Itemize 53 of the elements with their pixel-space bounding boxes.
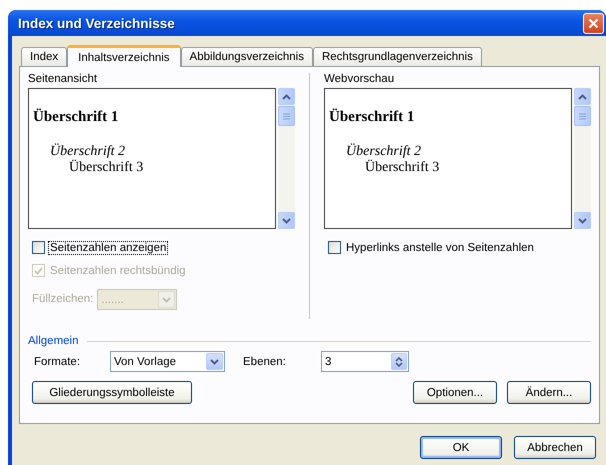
grip-icon xyxy=(579,112,586,120)
spin-buttons[interactable] xyxy=(391,353,407,370)
checkbox-label: Seitenzahlen rechtsbündig xyxy=(49,264,187,276)
scroll-down-button[interactable] xyxy=(278,212,295,229)
tab[interactable]: Index xyxy=(21,47,68,66)
preview-heading: Überschrift 2 xyxy=(346,144,422,160)
chevron-up-icon xyxy=(282,94,291,100)
scrollbar[interactable] xyxy=(574,88,591,229)
field-label: Füllzeichen: xyxy=(32,292,94,307)
grip-icon xyxy=(283,112,290,120)
preview-heading: Überschrift 1 xyxy=(329,109,414,126)
checkbox-label: Hyperlinks anstelle von Seitenzahlen xyxy=(345,242,535,254)
field-label: Ebenen: xyxy=(243,356,287,368)
group-title: Allgemein xyxy=(28,335,78,347)
scroll-thumb[interactable] xyxy=(574,106,591,126)
option-button[interactable]: Ändern... xyxy=(507,381,591,404)
checkbox[interactable] xyxy=(32,241,45,254)
option-button[interactable]: Optionen... xyxy=(413,381,497,404)
dropdown-value: Von Vorlage xyxy=(114,356,176,368)
close-icon xyxy=(588,18,599,28)
preview-heading: Überschrift 1 xyxy=(33,109,118,126)
chevron-down-icon xyxy=(210,358,219,364)
checkbox-label: Seitenzahlen anzeigen xyxy=(49,242,168,254)
chevron-up-icon xyxy=(578,94,587,100)
chevron-down-icon xyxy=(578,218,587,224)
dropdown-value: ....... xyxy=(101,294,124,306)
scroll-down-button[interactable] xyxy=(574,212,591,229)
toolbar-button[interactable]: Gliederungssymbolleiste xyxy=(32,381,192,404)
chevron-down-icon xyxy=(162,296,172,302)
checkbox[interactable] xyxy=(328,241,341,254)
check-icon xyxy=(34,266,43,274)
tab[interactable]: Inhaltsverzeichnis xyxy=(67,45,181,67)
spin-field[interactable]: 3 xyxy=(321,351,409,372)
pane-label: Seitenansicht xyxy=(28,72,98,87)
preview-heading: Überschrift 3 xyxy=(365,160,440,176)
spin-value: 3 xyxy=(325,356,332,368)
scroll-up-button[interactable] xyxy=(278,88,295,105)
scroll-up-button[interactable] xyxy=(574,88,591,105)
tab[interactable]: Abbildungsverzeichnis xyxy=(180,47,313,66)
up-down-arrows-icon xyxy=(395,356,403,368)
close-button[interactable] xyxy=(583,12,604,34)
scrollbar[interactable] xyxy=(278,88,295,229)
pane-label: Webvorschau xyxy=(324,72,396,87)
tab[interactable]: Rechtsgrundlagenverzeichnis xyxy=(312,47,482,66)
preview-heading: Überschrift 3 xyxy=(69,160,144,176)
dropdown[interactable]: Von Vorlage xyxy=(110,351,225,372)
scroll-thumb[interactable] xyxy=(278,106,295,126)
cancel-button[interactable]: Abbrechen xyxy=(514,436,596,459)
field-label: Formate: xyxy=(34,356,82,368)
preview-heading: Überschrift 2 xyxy=(50,144,126,160)
window-title: Index und Verzeichnisse xyxy=(18,16,175,30)
ok-button[interactable]: OK xyxy=(420,436,502,459)
chevron-down-icon xyxy=(282,218,291,224)
